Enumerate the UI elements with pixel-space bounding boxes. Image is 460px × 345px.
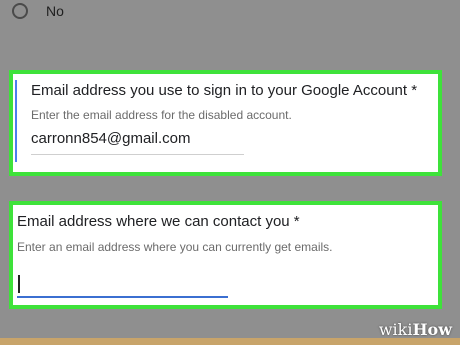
question-card-signin-email: Email address you use to sign in to your… <box>9 70 442 176</box>
radio-option-no[interactable]: No <box>12 0 64 22</box>
input-underline-active <box>17 296 228 298</box>
question-title: Email address where we can contact you * <box>17 213 300 230</box>
question-description: Enter the email address for the disabled… <box>31 108 292 122</box>
question-card-contact-email: Email address where we can contact you *… <box>9 201 442 309</box>
focus-indicator <box>15 80 17 162</box>
question-title: Email address you use to sign in to your… <box>31 82 418 99</box>
radio-button-icon[interactable] <box>12 3 28 19</box>
wikihow-watermark: wikiHow <box>378 320 452 339</box>
contact-email-field[interactable] <box>17 269 228 297</box>
radio-option-label: No <box>46 3 64 19</box>
bottom-edge-strip <box>0 338 460 345</box>
input-underline <box>31 154 244 155</box>
question-description: Enter an email address where you can cur… <box>17 240 333 254</box>
text-cursor <box>18 275 20 293</box>
signin-email-field[interactable]: carronn854@gmail.com <box>31 130 190 147</box>
